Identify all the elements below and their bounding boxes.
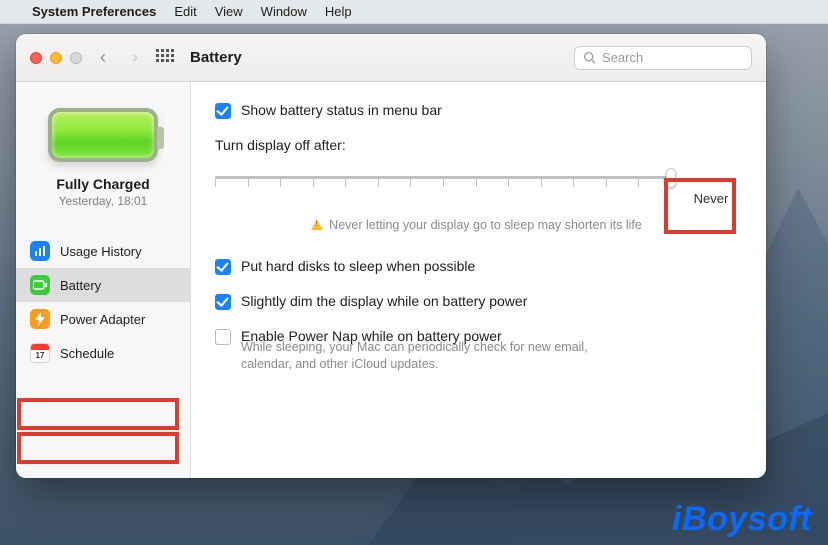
show-all-button[interactable] <box>156 49 174 67</box>
sidebar: Fully Charged Yesterday, 18:01 Usage His… <box>16 82 191 478</box>
checkbox-power-nap[interactable] <box>215 329 231 345</box>
watermark: iBoysoft <box>672 500 812 539</box>
calendar-icon: 17 <box>30 343 50 363</box>
sidebar-item-label: Usage History <box>60 244 142 259</box>
warning-icon <box>311 220 323 230</box>
battery-status: Fully Charged <box>16 176 190 192</box>
minimize-button[interactable] <box>50 52 62 64</box>
slider-thumb[interactable] <box>666 168 676 188</box>
window-controls <box>30 52 82 64</box>
battery-illustration <box>48 108 158 162</box>
label-hdd-sleep: Put hard disks to sleep when possible <box>241 258 475 274</box>
forward-button: › <box>124 47 146 68</box>
checkbox-dim-display[interactable] <box>215 294 231 310</box>
sidebar-nav: Usage History Battery Power Adapter <box>16 234 190 370</box>
menu-edit[interactable]: Edit <box>174 4 196 19</box>
slider-label: Turn display off after: <box>215 137 738 153</box>
battery-status-sub: Yesterday, 18:01 <box>16 194 190 208</box>
checkbox-show-in-menubar[interactable] <box>215 103 231 119</box>
preferences-window: ‹ › Battery Search Fully Charged Yesterd… <box>16 34 766 478</box>
close-button[interactable] <box>30 52 42 64</box>
sidebar-item-power-adapter[interactable]: Power Adapter <box>16 302 190 336</box>
back-button[interactable]: ‹ <box>92 47 114 68</box>
search-placeholder: Search <box>602 50 643 65</box>
sidebar-item-schedule[interactable]: 17 Schedule <box>16 336 190 370</box>
bolt-icon <box>30 309 50 329</box>
display-off-slider[interactable] <box>215 173 672 195</box>
battery-icon <box>30 275 50 295</box>
checkbox-hdd-sleep[interactable] <box>215 259 231 275</box>
menu-window[interactable]: Window <box>261 4 307 19</box>
search-input[interactable]: Search <box>574 46 752 70</box>
power-nap-description: While sleeping, your Mac can periodicall… <box>215 339 635 373</box>
sidebar-item-battery[interactable]: Battery <box>16 268 190 302</box>
menu-view[interactable]: View <box>215 4 243 19</box>
chart-icon <box>30 241 50 261</box>
label-show-in-menubar: Show battery status in menu bar <box>241 102 442 118</box>
sidebar-item-label: Power Adapter <box>60 312 145 327</box>
app-menu[interactable]: System Preferences <box>32 4 156 19</box>
slider-warning: Never letting your display go to sleep m… <box>215 218 738 232</box>
search-icon <box>583 51 596 64</box>
window-title: Battery <box>190 49 242 66</box>
sidebar-item-label: Schedule <box>60 346 114 361</box>
label-dim-display: Slightly dim the display while on batter… <box>241 293 527 309</box>
zoom-button <box>70 52 82 64</box>
slider-value: Never <box>684 167 738 206</box>
sidebar-item-label: Battery <box>60 278 101 293</box>
titlebar: ‹ › Battery Search <box>16 34 766 82</box>
menubar: System Preferences Edit View Window Help <box>0 0 828 24</box>
settings-pane: Show battery status in menu bar Turn dis… <box>191 82 766 478</box>
menu-help[interactable]: Help <box>325 4 352 19</box>
sidebar-item-usage-history[interactable]: Usage History <box>16 234 190 268</box>
